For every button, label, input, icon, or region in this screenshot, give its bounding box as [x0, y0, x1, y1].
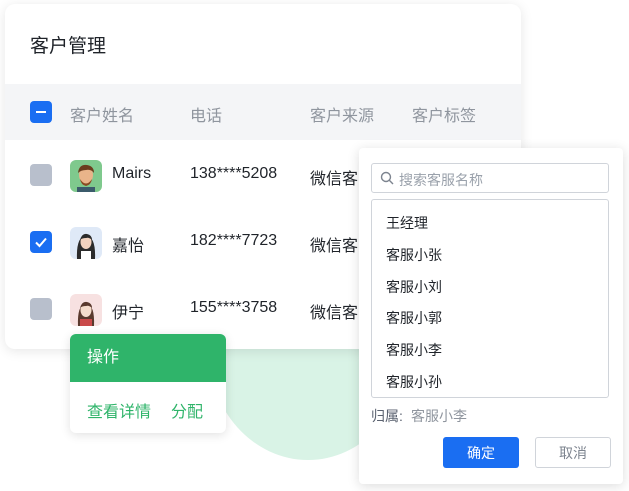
- agent-option[interactable]: 客服小刘: [386, 277, 442, 297]
- row-checkbox[interactable]: [30, 231, 52, 253]
- assigned-value: 客服小李: [411, 408, 467, 424]
- agent-option[interactable]: 客服小郭: [386, 308, 442, 328]
- operations-header: 操作: [70, 334, 226, 382]
- row-checkbox[interactable]: [30, 164, 52, 186]
- row-checkbox[interactable]: [30, 298, 52, 320]
- agent-option[interactable]: 客服小李: [386, 340, 442, 360]
- column-header-phone: 电话: [190, 108, 223, 125]
- avatar: [70, 160, 102, 192]
- customer-name: Mairs: [112, 165, 152, 182]
- confirm-button[interactable]: 确定: [443, 437, 519, 468]
- agent-option[interactable]: 客服小张: [386, 245, 442, 265]
- customer-source: 微信客: [310, 238, 359, 255]
- minus-icon: [36, 111, 46, 113]
- customer-source: 微信客: [310, 171, 359, 188]
- cancel-button[interactable]: 取消: [535, 437, 611, 468]
- avatar: [70, 294, 102, 326]
- column-header-name: 客户姓名: [70, 108, 135, 125]
- assign-agent-popup: 搜索客服名称 王经理 客服小张 客服小刘 客服小郭 客服小李 客服小孙 归属: …: [359, 148, 623, 484]
- assign-link[interactable]: 分配: [171, 398, 203, 422]
- customer-phone: 182****7723: [190, 232, 278, 249]
- customer-phone: 138****5208: [190, 165, 278, 182]
- customer-source: 微信客: [310, 305, 359, 322]
- avatar: [70, 227, 102, 259]
- check-icon: [35, 237, 47, 248]
- table-header: 客户姓名 电话 客户来源 客户标签: [5, 84, 521, 140]
- agent-search-input[interactable]: 搜索客服名称: [371, 163, 609, 193]
- customer-name: 嘉怡: [112, 238, 145, 255]
- customer-phone: 155****3758: [190, 299, 278, 316]
- assigned-label: 归属:: [371, 408, 403, 424]
- agent-list[interactable]: 王经理 客服小张 客服小刘 客服小郭 客服小李 客服小孙: [371, 199, 609, 398]
- column-header-tags: 客户标签: [412, 108, 477, 125]
- view-details-link[interactable]: 查看详情: [87, 398, 151, 422]
- agent-option[interactable]: 客服小孙: [386, 372, 442, 392]
- select-all-checkbox[interactable]: [30, 101, 52, 123]
- page-title: 客户管理: [30, 36, 107, 57]
- search-placeholder: 搜索客服名称: [399, 172, 483, 188]
- search-icon: [380, 171, 394, 185]
- operations-popover: 操作 查看详情 分配: [70, 334, 226, 433]
- customer-name: 伊宁: [112, 305, 145, 322]
- column-header-source: 客户来源: [310, 108, 375, 125]
- agent-option[interactable]: 王经理: [386, 213, 428, 233]
